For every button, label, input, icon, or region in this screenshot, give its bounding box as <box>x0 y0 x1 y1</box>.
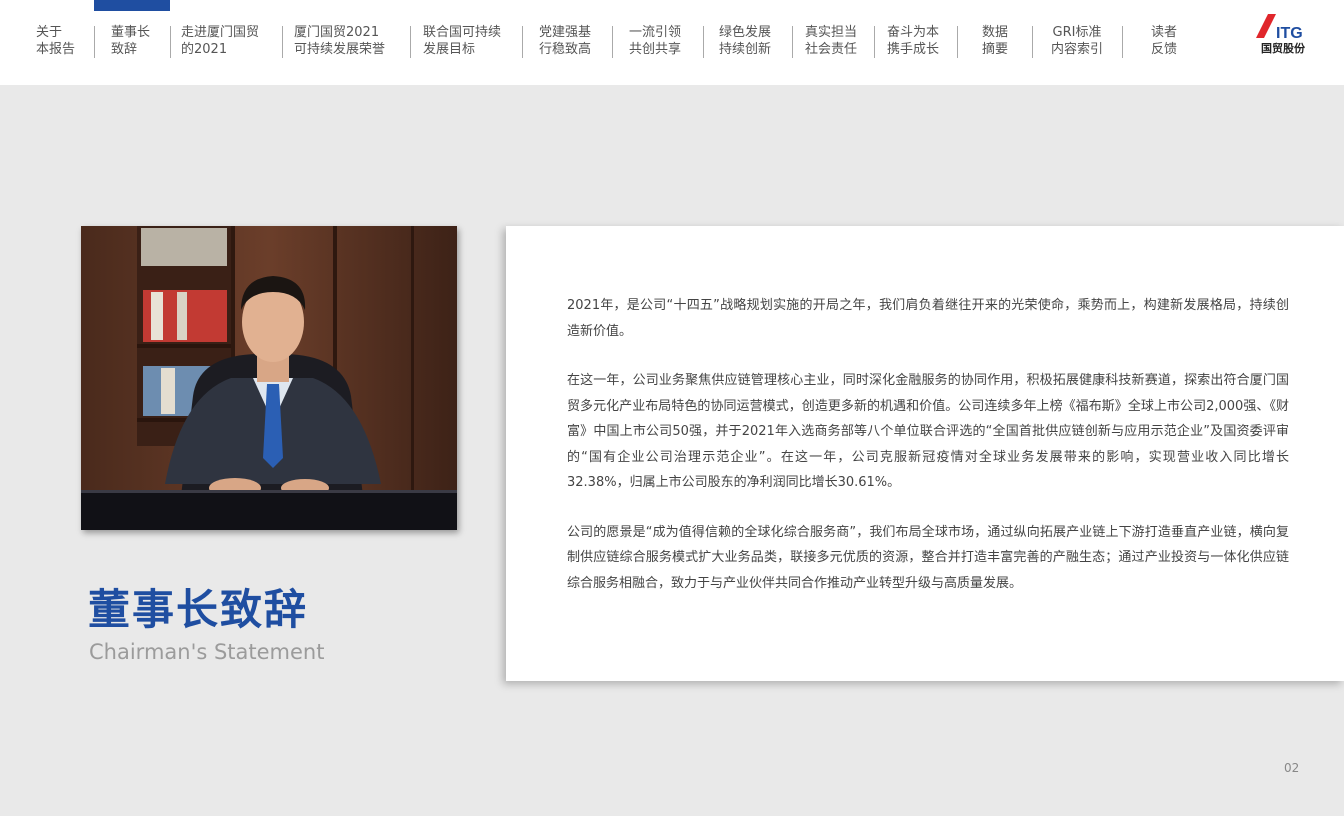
nav-item-into-xiamen-itg-2021[interactable]: 走进厦门国贸 的2021 <box>181 24 259 60</box>
chairman-photo <box>81 226 457 530</box>
nav-item-first-class-leadership[interactable]: 一流引领 共创共享 <box>629 24 681 60</box>
svg-text:ITG: ITG <box>1276 25 1303 40</box>
page-title-zh: 董事长致辞 <box>88 585 309 634</box>
statement-paragraph: 在这一年，公司业务聚焦供应链管理核心主业，同时深化金融服务的协同作用，积极拓展健… <box>567 373 1289 490</box>
statement-card: 2021年，是公司“十四五”战略规划实施的开局之年，我们肩负着继往开来的光荣使命… <box>506 226 1344 681</box>
nav-item-reader-feedback[interactable]: 读者 反馈 <box>1136 24 1192 60</box>
chairman-portrait-image <box>81 226 457 530</box>
nav-item-data-summary[interactable]: 数据 摘要 <box>965 24 1025 60</box>
statement-paragraph: 2021年，是公司“十四五”战略规划实施的开局之年，我们肩负着继往开来的光荣使命… <box>567 298 1289 339</box>
nav-divider <box>792 26 793 58</box>
itg-logo[interactable]: ITG 国贸股份 <box>1254 14 1312 58</box>
nav-item-grow-together[interactable]: 奋斗为本 携手成长 <box>887 24 939 60</box>
nav-item-social-responsibility[interactable]: 真实担当 社会责任 <box>805 24 857 60</box>
page-title-en: Chairman's Statement <box>89 640 325 664</box>
nav-item-un-sdgs[interactable]: 联合国可持续 发展目标 <box>423 24 501 60</box>
nav-divider <box>410 26 411 58</box>
nav-divider <box>170 26 171 58</box>
nav-item-gri-index[interactable]: GRI标准 内容索引 <box>1042 24 1112 60</box>
statement-paragraph: 公司的愿景是“成为值得信赖的全球化综合服务商”，我们布局全球市场，通过纵向拓展产… <box>567 524 1289 591</box>
nav-divider <box>874 26 875 58</box>
nav-divider <box>94 26 95 58</box>
nav-item-chairman-statement[interactable]: 董事长 致辞 <box>111 24 150 60</box>
nav-divider <box>957 26 958 58</box>
top-navigation: 关于 本报告 董事长 致辞 走进厦门国贸 的2021 厦门国贸2021 可持续发… <box>0 0 1344 85</box>
nav-item-green-development[interactable]: 绿色发展 持续创新 <box>719 24 771 60</box>
logo-company-name: 国贸股份 <box>1261 42 1305 55</box>
nav-item-sustainability-honors[interactable]: 厦门国贸2021 可持续发展荣誉 <box>294 24 385 60</box>
page-number: 02 <box>1284 761 1300 775</box>
nav-divider <box>522 26 523 58</box>
statement-body: 2021年，是公司“十四五”战略规划实施的开局之年，我们肩负着继往开来的光荣使命… <box>567 293 1289 620</box>
nav-divider <box>1122 26 1123 58</box>
nav-divider <box>282 26 283 58</box>
nav-divider <box>612 26 613 58</box>
nav-divider <box>1032 26 1033 58</box>
nav-divider <box>703 26 704 58</box>
nav-item-party-building[interactable]: 党建强基 行稳致高 <box>539 24 591 60</box>
nav-item-about-report[interactable]: 关于 本报告 <box>36 24 75 60</box>
nav-active-indicator <box>94 0 170 11</box>
itg-logo-mark-icon: ITG <box>1256 14 1303 42</box>
